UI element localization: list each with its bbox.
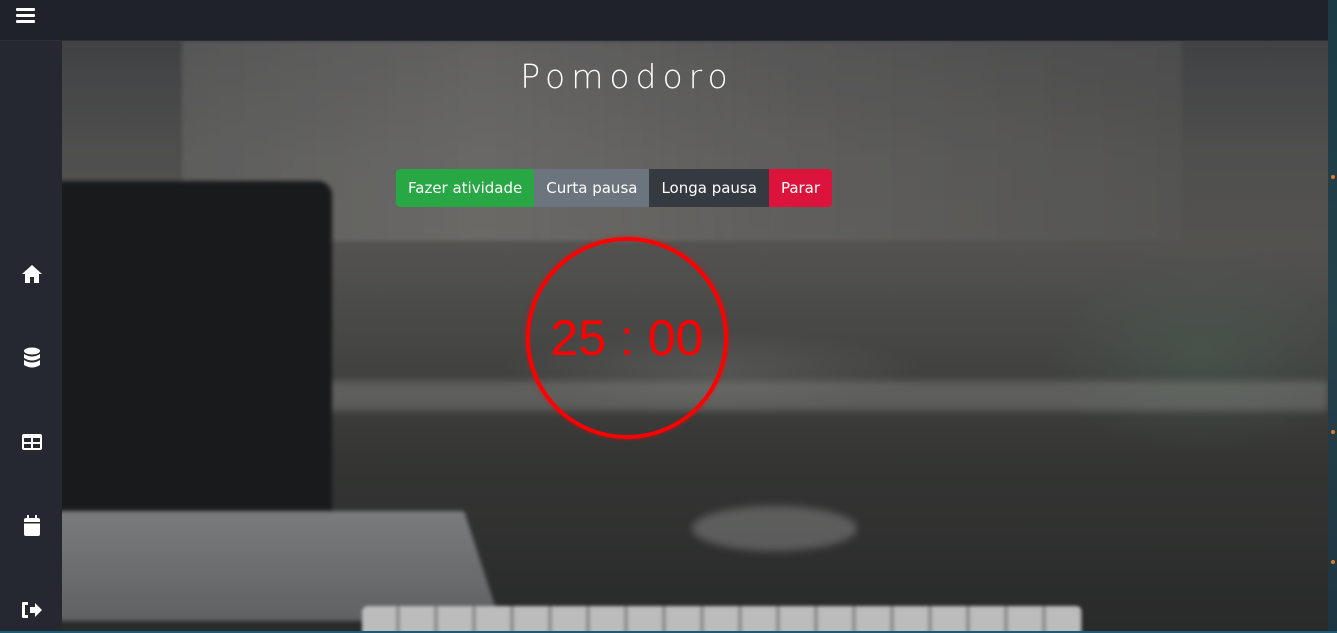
curta-pausa-button[interactable]: Curta pausa xyxy=(534,169,650,207)
timer-circle: 25 : 00 xyxy=(526,237,728,439)
fazer-atividade-button[interactable]: Fazer atividade xyxy=(396,169,535,207)
database-icon[interactable] xyxy=(19,345,45,371)
page-title: Pomodoro xyxy=(520,57,734,96)
longa-pausa-button[interactable]: Longa pausa xyxy=(649,169,769,207)
right-edge-strip xyxy=(1328,0,1337,633)
logout-icon[interactable] xyxy=(19,597,45,623)
table-icon[interactable] xyxy=(19,429,45,455)
parar-button[interactable]: Parar xyxy=(768,169,833,207)
sidebar xyxy=(0,41,62,633)
timer-display: 25 : 00 xyxy=(550,310,704,366)
home-icon[interactable] xyxy=(19,261,45,287)
mode-button-group: Fazer atividade Curta pausa Longa pausa … xyxy=(396,169,833,207)
calendar-icon[interactable] xyxy=(19,513,45,539)
pomodoro-main: Pomodoro Fazer atividade Curta pausa Lon… xyxy=(62,41,1328,631)
top-navbar xyxy=(0,0,1328,41)
hamburger-menu-icon[interactable] xyxy=(13,6,39,26)
